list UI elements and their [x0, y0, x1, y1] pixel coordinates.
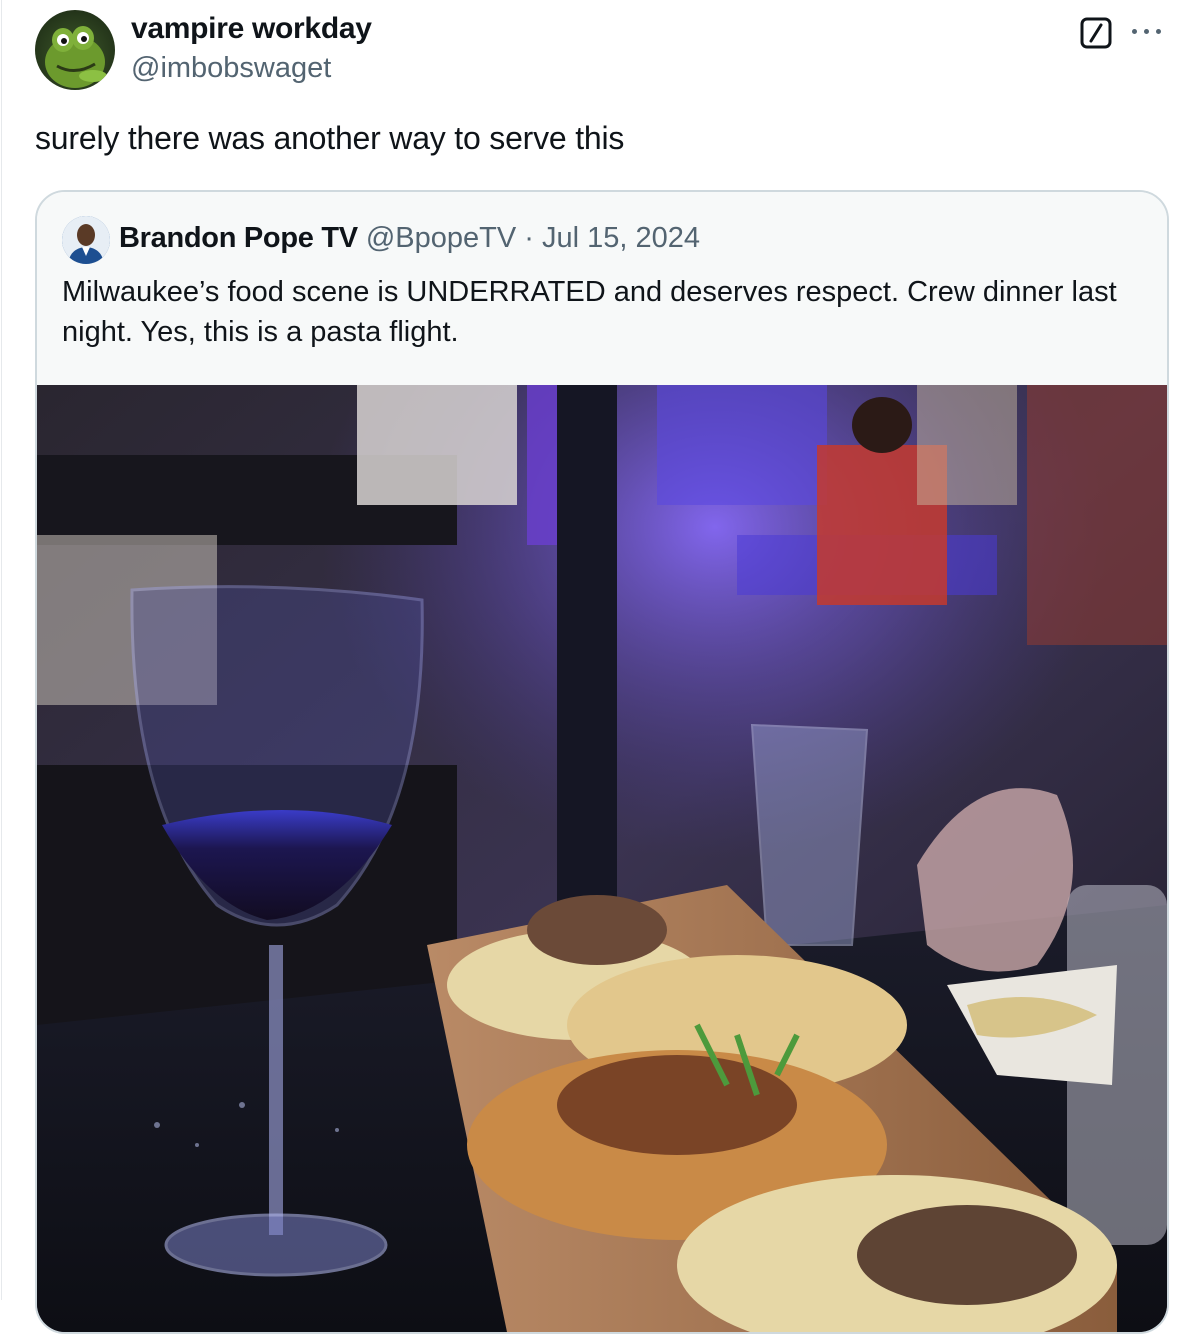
author-display-name[interactable]: vampire workday	[131, 12, 372, 46]
quoted-author-display-name[interactable]: Brandon Pope TV	[119, 222, 358, 254]
meta-separator: ·	[516, 222, 542, 254]
author-avatar[interactable]	[35, 10, 115, 90]
quoted-tweet-text: Milwaukee’s food scene is UNDERRATED and…	[62, 276, 1117, 348]
quoted-tweet-header: Brandon Pope TV @BpopeTV · Jul 15, 2024 …	[37, 192, 1167, 386]
quoted-author-handle[interactable]: @BpopeTV	[366, 222, 516, 254]
quoted-author-avatar[interactable]	[62, 216, 110, 264]
quoted-tweet-photo[interactable]	[37, 385, 1167, 1332]
author-handle[interactable]: @imbobswaget	[131, 52, 331, 85]
quoted-tweet-meta: Brandon Pope TV @BpopeTV · Jul 15, 2024	[119, 222, 700, 255]
quoted-tweet-card[interactable]: Brandon Pope TV @BpopeTV · Jul 15, 2024 …	[35, 190, 1169, 1334]
more-icon[interactable]	[1128, 16, 1166, 46]
timeline-divider	[1, 0, 2, 1300]
tweet-text: surely there was another way to serve th…	[35, 120, 625, 156]
grok-icon[interactable]	[1079, 16, 1113, 50]
quoted-tweet-date[interactable]: Jul 15, 2024	[542, 222, 700, 254]
